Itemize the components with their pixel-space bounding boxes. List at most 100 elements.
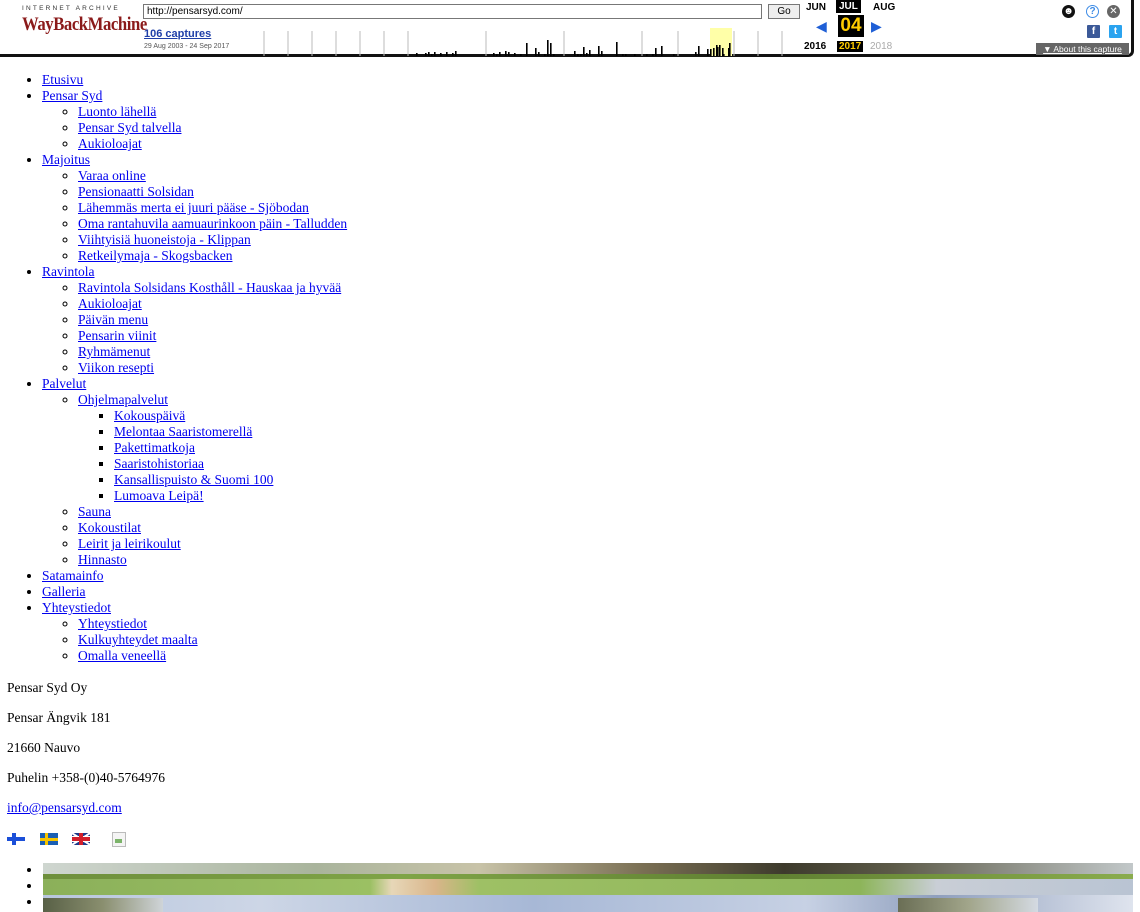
english-flag-icon[interactable] xyxy=(72,833,90,845)
nav-item: Majoitus Varaa online Pensionaatti Solsi… xyxy=(42,152,347,264)
sparkline-bar xyxy=(717,47,719,56)
go-button[interactable]: Go xyxy=(768,4,800,19)
nav-link-yhteystiedot-sub[interactable]: Yhteystiedot xyxy=(78,616,147,631)
nav-link-viikon-resepti[interactable]: Viikon resepti xyxy=(78,360,154,375)
year-prev[interactable]: 2016 xyxy=(804,41,826,52)
nav-link-solsidan[interactable]: Pensionaatti Solsidan xyxy=(78,184,194,199)
slideshow-images xyxy=(43,863,1133,912)
sparkline-bar xyxy=(505,51,507,56)
nav-link-luonto[interactable]: Luonto lähellä xyxy=(78,104,156,119)
nav-item: Galleria xyxy=(42,584,347,600)
captures-link[interactable]: 106 captures xyxy=(144,28,211,40)
nav-link-kokouspaiva[interactable]: Kokouspäivä xyxy=(114,408,185,423)
sparkline-bar xyxy=(434,52,436,56)
nav-link-palvelut[interactable]: Palvelut xyxy=(42,376,86,391)
url-input[interactable]: http://pensarsyd.com/ xyxy=(143,4,762,19)
sparkline-bar xyxy=(622,54,624,56)
sparkline-bar xyxy=(652,54,654,56)
sparkline-bar xyxy=(713,48,715,56)
nav-link-lumoava-leipa[interactable]: Lumoava Leipä! xyxy=(114,488,204,503)
next-capture-arrow-icon[interactable]: ▶ xyxy=(871,18,882,35)
sparkline-bar xyxy=(431,54,433,56)
help-icon[interactable]: ? xyxy=(1086,5,1099,18)
nav-link-pensar-syd[interactable]: Pensar Syd xyxy=(42,88,102,103)
nav-sublist: Luonto lähellä Pensar Syd talvella Aukio… xyxy=(42,104,347,152)
sparkline-bar xyxy=(616,42,618,56)
nav-link-klippan[interactable]: Viihtyisiä huoneistoja - Klippan xyxy=(78,232,251,247)
capture-date-range: 29 Aug 2003 - 24 Sep 2017 xyxy=(144,43,230,50)
nav-sublist: Ravintola Solsidans Kosthåll - Hauskaa j… xyxy=(42,280,347,376)
nav-link-varaa-online[interactable]: Varaa online xyxy=(78,168,146,183)
nav-link-ryhmamenut[interactable]: Ryhmämenut xyxy=(78,344,150,359)
nav-link-kokoustilat[interactable]: Kokoustilat xyxy=(78,520,141,535)
nav-link-majoitus[interactable]: Majoitus xyxy=(42,152,90,167)
nav-link-pakettimatkoja[interactable]: Pakettimatkoja xyxy=(114,440,195,455)
nav-link-satamainfo[interactable]: Satamainfo xyxy=(42,568,103,583)
nav-link-kulkuyhteydet[interactable]: Kulkuyhteydet maalta xyxy=(78,632,198,647)
facebook-icon[interactable]: f xyxy=(1087,25,1100,38)
about-capture-wrap: ▼ About this capture xyxy=(1036,43,1129,55)
nav-link-ravintola-aukioloajat[interactable]: Aukioloajat xyxy=(78,296,142,311)
sparkline-bar xyxy=(601,51,603,56)
sparkline-bar xyxy=(589,50,591,56)
nav-link-skogsbacken[interactable]: Retkeilymaja - Skogsbacken xyxy=(78,248,232,263)
sparkline-bar xyxy=(452,53,454,56)
swedish-flag-icon[interactable] xyxy=(40,833,58,845)
nav-link-etusivu[interactable]: Etusivu xyxy=(42,72,83,87)
about-capture-link[interactable]: ▼ About this capture xyxy=(1043,44,1122,54)
twitter-icon[interactable]: t xyxy=(1109,25,1122,38)
nav-link-talvella[interactable]: Pensar Syd talvella xyxy=(78,120,181,135)
year-current: 2017 xyxy=(837,41,864,52)
current-day: 04 xyxy=(838,15,864,37)
slide-image-landscape xyxy=(43,863,1133,879)
sparkline-bar xyxy=(550,43,552,56)
month-next[interactable]: AUG xyxy=(873,2,895,13)
nav-link-talludden[interactable]: Oma rantahuvila aamuaurinkoon päin - Tal… xyxy=(78,216,347,231)
nav-link-kosthall[interactable]: Ravintola Solsidans Kosthåll - Hauskaa j… xyxy=(78,280,341,295)
nav-link-galleria[interactable]: Galleria xyxy=(42,584,85,599)
nav-link-aukioloajat[interactable]: Aukioloajat xyxy=(78,136,142,151)
company-name: Pensar Syd Oy xyxy=(7,680,88,695)
phone-number: Puhelin +358-(0)40-5764976 xyxy=(7,770,165,785)
sparkline-bar xyxy=(538,52,540,56)
sparkline-bars xyxy=(416,40,731,56)
nav-link-leirit[interactable]: Leirit ja leirikoulut xyxy=(78,536,181,551)
nav-link-sauna[interactable]: Sauna xyxy=(78,504,111,519)
nav-link-ohjelmapalvelut[interactable]: Ohjelmapalvelut xyxy=(78,392,168,407)
year-next: 2018 xyxy=(870,41,893,52)
month-prev[interactable]: JUN xyxy=(806,2,826,13)
nav-link-saaristohistoriaa[interactable]: Saaristohistoriaa xyxy=(114,456,204,471)
close-icon[interactable]: ✕ xyxy=(1107,5,1120,18)
sparkline-bar xyxy=(455,51,457,56)
nav-link-yhteystiedot[interactable]: Yhteystiedot xyxy=(42,600,111,615)
email-link[interactable]: info@pensarsyd.com xyxy=(7,800,122,815)
sparkline-bar xyxy=(723,54,725,56)
nav-link-kansallispuisto[interactable]: Kansallispuisto & Suomi 100 xyxy=(114,472,273,487)
nav-link-sjobodan[interactable]: Lähemmäs merta ei juuri pääse - Sjöbodan xyxy=(78,200,309,215)
broken-image-icon xyxy=(112,832,126,847)
nav-item: Etusivu xyxy=(42,72,347,88)
slideshow-list xyxy=(0,862,42,910)
user-icon[interactable]: ☻ xyxy=(1062,5,1075,18)
nav-sublist: Ohjelmapalvelut Kokouspäivä Melontaa Saa… xyxy=(42,392,347,568)
sparkline-bar xyxy=(646,54,648,56)
finnish-flag-icon[interactable] xyxy=(7,833,25,845)
sparkline-bar xyxy=(577,54,579,56)
sparkline-bar xyxy=(583,47,585,56)
sparkline-bar xyxy=(425,53,427,56)
site-navigation: Etusivu Pensar Syd Luonto lähellä Pensar… xyxy=(0,72,347,664)
sparkline-bar xyxy=(508,52,510,56)
nav-link-paivan-menu[interactable]: Päivän menu xyxy=(78,312,148,327)
nav-link-viinit[interactable]: Pensarin viinit xyxy=(78,328,156,343)
wayback-logo[interactable]: INTERNET ARCHIVE WayBackMachine xyxy=(22,5,147,35)
prev-capture-arrow-icon[interactable]: ◀ xyxy=(816,18,827,35)
capture-sparkline[interactable] xyxy=(258,27,800,56)
nav-sublist: Yhteystiedot Kulkuyhteydet maalta Omalla… xyxy=(42,616,347,664)
sparkline-bar xyxy=(446,52,448,56)
nav-link-melontaa[interactable]: Melontaa Saaristomerellä xyxy=(114,424,252,439)
email-row: info@pensarsyd.com xyxy=(7,800,165,830)
nav-link-hinnasto[interactable]: Hinnasto xyxy=(78,552,127,567)
nav-link-ravintola[interactable]: Ravintola xyxy=(42,264,95,279)
nav-link-omalla-veneella[interactable]: Omalla veneellä xyxy=(78,648,166,663)
logo-wayback-text: WayBackMachine xyxy=(22,14,147,35)
